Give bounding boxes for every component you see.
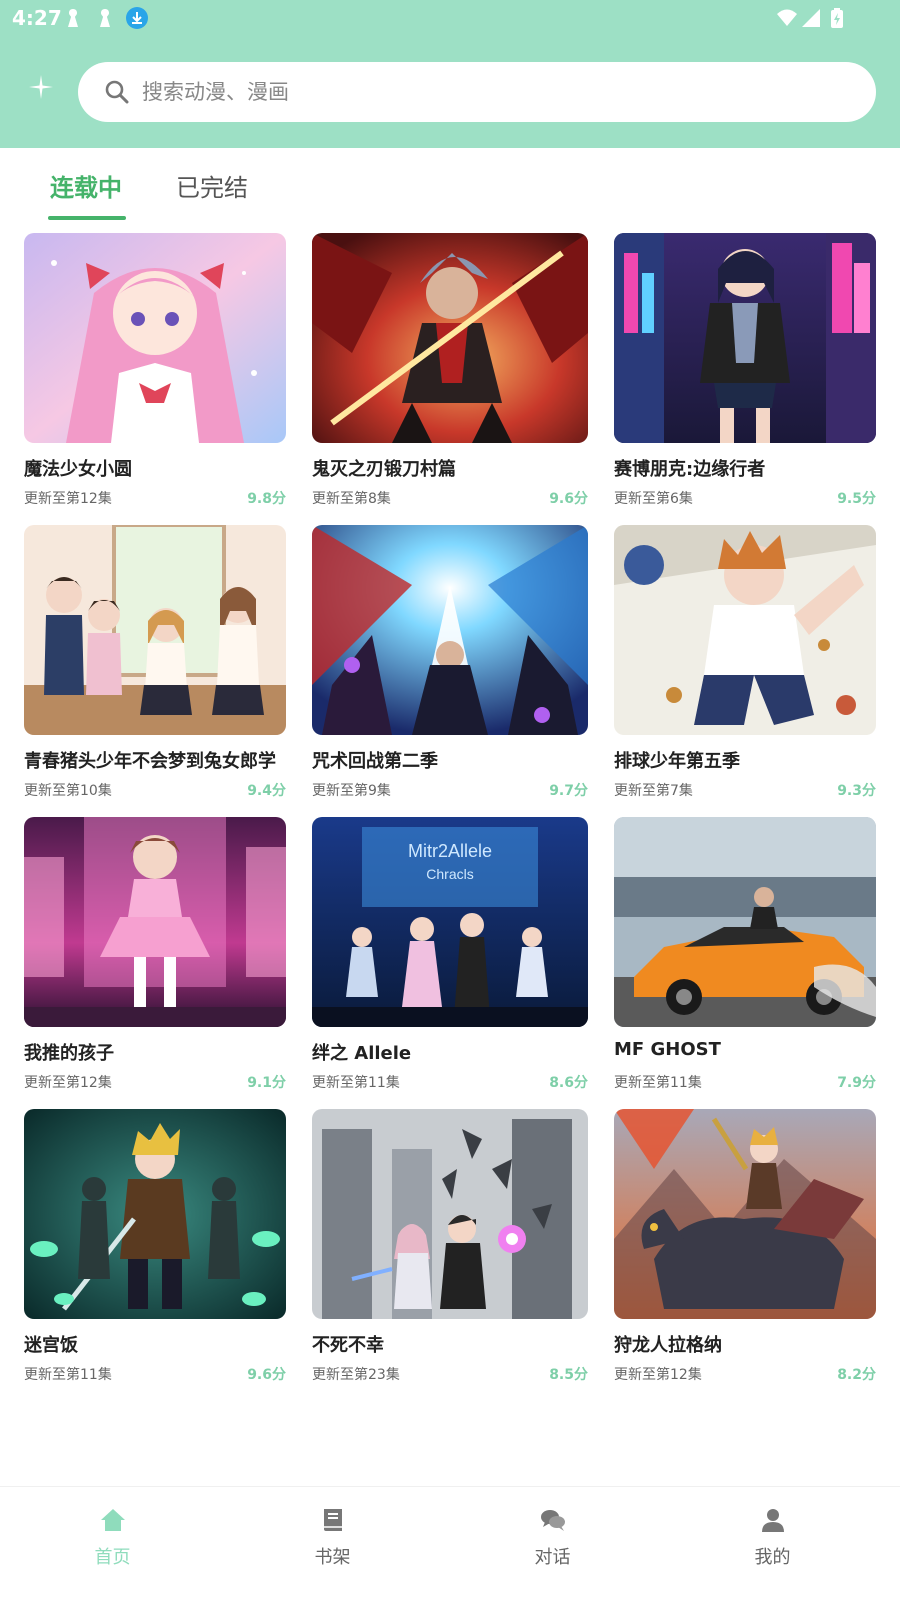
score: 8.5分: [549, 1367, 588, 1383]
cover-image[interactable]: [614, 1109, 876, 1319]
cover-image[interactable]: [24, 233, 286, 443]
cover-image[interactable]: [312, 233, 588, 443]
search-icon: [105, 80, 129, 104]
episode-status: 更新至第9集: [312, 783, 391, 799]
score: 9.3分: [837, 783, 876, 799]
cover-image[interactable]: [614, 525, 876, 735]
battery-icon: [831, 8, 843, 28]
sparkle-icon[interactable]: [26, 72, 56, 102]
anime-title: 狩龙人拉格纳: [614, 1335, 722, 1356]
nav-label: 我的: [754, 1547, 791, 1568]
home-icon: [101, 1509, 125, 1531]
user-icon: [762, 1509, 784, 1532]
nav-label: 首页: [94, 1547, 131, 1568]
cover-image[interactable]: [24, 817, 286, 1027]
stage-sign-text: Chracls: [426, 866, 473, 882]
anime-title: 青春猪头少年不会梦到兔女郎学: [24, 751, 276, 772]
cover-image[interactable]: [614, 233, 876, 443]
wifi-icon: [777, 9, 797, 26]
tab-completed[interactable]: 已完结: [176, 168, 248, 203]
score: 9.7分: [549, 783, 588, 799]
anime-title: MF GHOST: [614, 1039, 721, 1060]
anime-title: 赛博朋克:边缘行者: [614, 459, 766, 480]
search-input[interactable]: [142, 72, 842, 112]
episode-status: 更新至第6集: [614, 491, 693, 507]
cover-image[interactable]: Mitr2Allele Chracls: [312, 817, 588, 1027]
score: 9.1分: [247, 1075, 286, 1091]
episode-status: 更新至第12集: [24, 1075, 112, 1091]
anime-title: 我推的孩子: [24, 1043, 114, 1064]
tab-indicator: [48, 216, 126, 220]
tab-bar: 连载中 已完结: [0, 148, 900, 222]
anime-title: 迷宫饭: [24, 1335, 78, 1356]
episode-status: 更新至第12集: [614, 1367, 702, 1383]
anime-title: 魔法少女小圆: [24, 459, 132, 480]
nav-bookshelf[interactable]: 书架: [220, 1487, 445, 1600]
anime-title: 鬼灭之刃锻刀村篇: [312, 459, 456, 480]
status-bar: 4:27: [0, 0, 900, 36]
download-icon: [126, 7, 148, 29]
episode-status: 更新至第11集: [24, 1367, 112, 1383]
book-icon: [324, 1509, 342, 1531]
nav-label: 书架: [314, 1547, 351, 1568]
anime-title: 绊之 Allele: [312, 1043, 412, 1064]
cover-image[interactable]: [312, 1109, 588, 1319]
app-header: 4:27: [0, 0, 900, 148]
chat-icon: [541, 1510, 565, 1531]
search-bar[interactable]: [78, 62, 876, 122]
episode-status: 更新至第11集: [312, 1075, 400, 1091]
cover-image[interactable]: [24, 1109, 286, 1319]
episode-status: 更新至第7集: [614, 783, 693, 799]
bottom-nav: 首页 书架 对话 我的: [0, 1486, 900, 1600]
anime-title: 不死不幸: [312, 1335, 384, 1356]
score: 9.6分: [247, 1367, 286, 1383]
anime-title: 咒术回战第二季: [312, 751, 438, 772]
score: 8.2分: [837, 1367, 876, 1383]
score: 8.6分: [549, 1075, 588, 1091]
nav-label: 对话: [534, 1547, 571, 1568]
episode-status: 更新至第12集: [24, 491, 112, 507]
tab-ongoing[interactable]: 连载中: [50, 168, 122, 203]
notification-icon: [100, 9, 110, 27]
notification-icon: [68, 9, 78, 27]
score: 9.4分: [247, 783, 286, 799]
cover-image[interactable]: [312, 525, 588, 735]
anime-title: 排球少年第五季: [614, 751, 740, 772]
score: 7.9分: [837, 1075, 876, 1091]
nav-home[interactable]: 首页: [0, 1487, 225, 1600]
cover-image[interactable]: [24, 525, 286, 735]
episode-status: 更新至第8集: [312, 491, 391, 507]
signal-icon: [802, 9, 820, 27]
score: 9.6分: [549, 491, 588, 507]
stage-sign-text: Mitr2Allele: [408, 841, 492, 861]
episode-status: 更新至第23集: [312, 1367, 400, 1383]
cover-image[interactable]: [614, 817, 876, 1027]
nav-profile[interactable]: 我的: [660, 1487, 885, 1600]
score: 9.8分: [247, 491, 286, 507]
episode-status: 更新至第11集: [614, 1075, 702, 1091]
score: 9.5分: [837, 491, 876, 507]
episode-status: 更新至第10集: [24, 783, 112, 799]
nav-chat[interactable]: 对话: [440, 1487, 665, 1600]
status-time: 4:27: [12, 6, 62, 30]
